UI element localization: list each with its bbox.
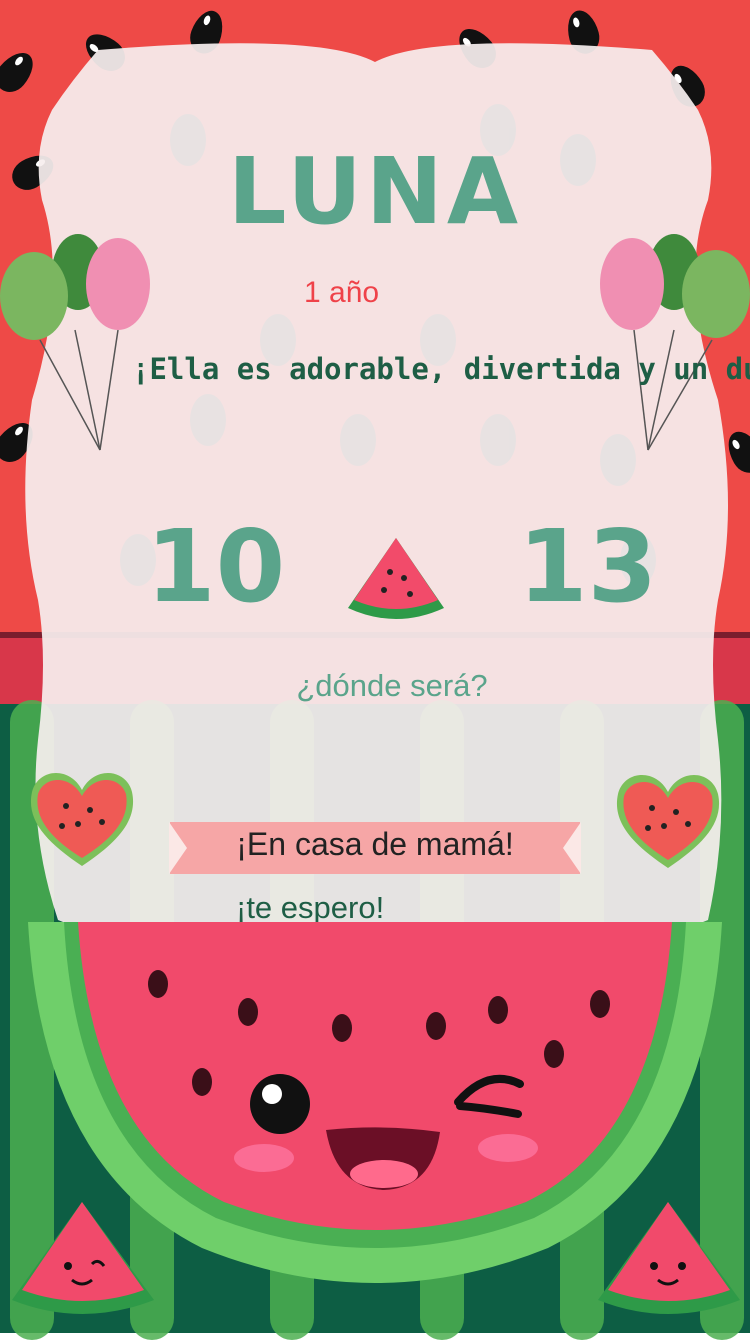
date-month: 13 [518,508,658,625]
location-question: ¿dónde será? [296,668,488,703]
balloon-icon [600,234,750,451]
location-text: ¡En casa de mamá! [236,826,514,862]
birthday-name: LUNA [227,138,523,245]
age-label: 1 año [304,276,380,309]
watermelon-heart-icon [30,772,134,866]
watermelon-slice-icon [598,1202,740,1314]
watermelon-slice-icon [348,538,444,619]
date-day: 10 [146,508,286,625]
watermelon-slice-icon [12,1202,154,1314]
watermelon-heart-icon [616,774,720,868]
tagline: ¡Ella es adorable, divertida y un dulce [132,352,750,386]
balloon-icon [0,234,150,451]
